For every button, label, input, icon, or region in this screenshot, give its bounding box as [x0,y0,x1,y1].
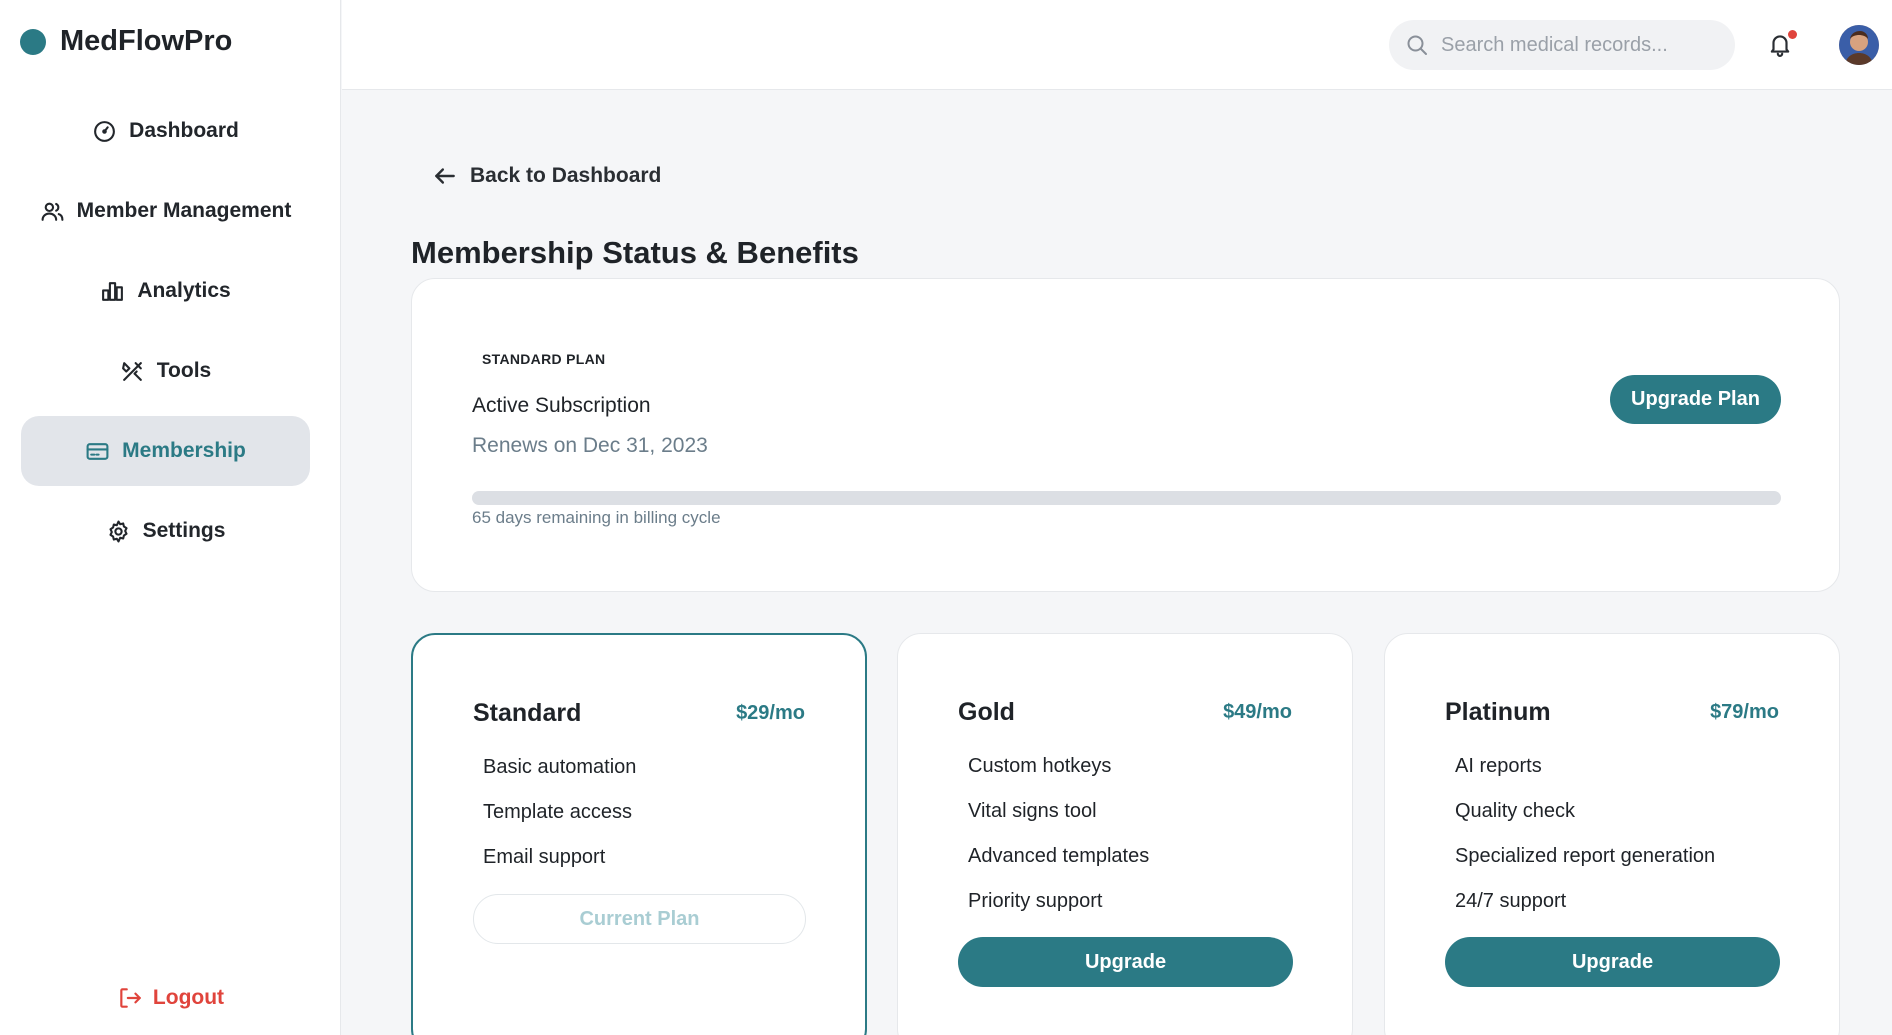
app-name: MedFlowPro [60,25,233,57]
sidebar-item-tools[interactable]: Tools [21,336,310,406]
plan-name: Platinum [1445,698,1551,726]
plan-price: $79/mo [1710,701,1779,723]
logout-button[interactable]: Logout [0,985,341,1011]
current-plan-button: Current Plan [473,894,806,944]
search-bar[interactable] [1389,20,1735,70]
page-title: Membership Status & Benefits [411,235,859,270]
logout-label: Logout [152,986,225,1009]
feature-item: Specialized report generation [1455,845,1716,867]
gauge-icon [94,120,116,142]
top-bar [342,0,1892,90]
plan-tag: STANDARD PLAN [482,351,606,367]
plan-name: Gold [958,698,1015,726]
users-icon [41,202,64,221]
app-logo[interactable]: MedFlowPro [20,25,232,58]
sidebar: MedFlowPro Dashboard Member Management A… [0,0,341,1035]
plan-card-platinum: Platinum $79/mo AI reports Quality check… [1384,633,1840,1035]
feature-list: AI reports Quality check Specialized rep… [1455,754,1715,934]
notifications-button[interactable] [1767,30,1797,62]
arrow-left-icon [435,168,455,184]
sidebar-nav: Dashboard Member Management Analytics To… [21,96,310,576]
sidebar-item-member-management[interactable]: Member Management [21,176,310,246]
billing-progress-text: 65 days remaining in billing cycle [472,508,721,527]
back-label: Back to Dashboard [470,164,662,187]
plan-card-gold: Gold $49/mo Custom hotkeys Vital signs t… [897,633,1353,1035]
plan-price: $49/mo [1223,701,1292,723]
feature-item: Advanced templates [968,845,1150,867]
feature-item: Custom hotkeys [968,755,1112,777]
bar-chart-icon [102,281,124,301]
feature-item: Priority support [968,890,1103,912]
subscription-state: Active Subscription [472,394,651,417]
feature-item: Vital signs tool [968,800,1097,822]
sidebar-item-analytics[interactable]: Analytics [21,256,310,326]
plan-name: Standard [473,699,582,727]
back-to-dashboard-link[interactable]: Back to Dashboard [432,163,661,189]
upgrade-gold-button[interactable]: Upgrade [958,937,1293,987]
feature-item: Email support [483,846,606,868]
gear-icon [109,520,128,542]
sidebar-item-label: Dashboard [129,119,239,142]
sidebar-item-label: Tools [156,359,212,382]
renewal-date: Renews on Dec 31, 2023 [472,434,708,457]
feature-list: Basic automation Template access Email s… [483,755,636,890]
credit-card-icon [86,442,109,460]
feature-item: Quality check [1455,800,1576,822]
upgrade-platinum-button[interactable]: Upgrade [1445,937,1780,987]
sidebar-item-label: Analytics [137,279,231,302]
feature-item: Basic automation [483,756,637,778]
logo-dot-icon [20,28,46,55]
billing-progress-bar [472,491,1781,505]
feature-item: 24/7 support [1455,890,1567,912]
feature-list: Custom hotkeys Vital signs tool Advanced… [968,754,1149,934]
feature-item: Template access [483,801,632,823]
user-photo-icon [1839,25,1879,65]
notification-badge [1788,30,1797,39]
sidebar-item-dashboard[interactable]: Dashboard [21,96,310,166]
avatar[interactable] [1839,25,1879,65]
search-icon [1407,35,1427,55]
sidebar-item-membership[interactable]: Membership [21,416,310,486]
membership-status-card: STANDARD PLAN Active Subscription Renews… [411,278,1840,592]
feature-item: AI reports [1455,755,1542,777]
tools-icon [121,361,142,381]
search-input[interactable] [1441,33,1721,57]
sidebar-item-label: Settings [142,519,226,542]
plan-price: $29/mo [736,702,805,724]
sidebar-item-label: Member Management [76,199,292,222]
sidebar-item-label: Membership [122,439,246,462]
upgrade-plan-button[interactable]: Upgrade Plan [1610,375,1781,424]
logout-icon [120,988,141,1008]
sidebar-item-settings[interactable]: Settings [21,496,310,566]
plan-card-standard: Standard $29/mo Basic automation Templat… [411,633,867,1035]
